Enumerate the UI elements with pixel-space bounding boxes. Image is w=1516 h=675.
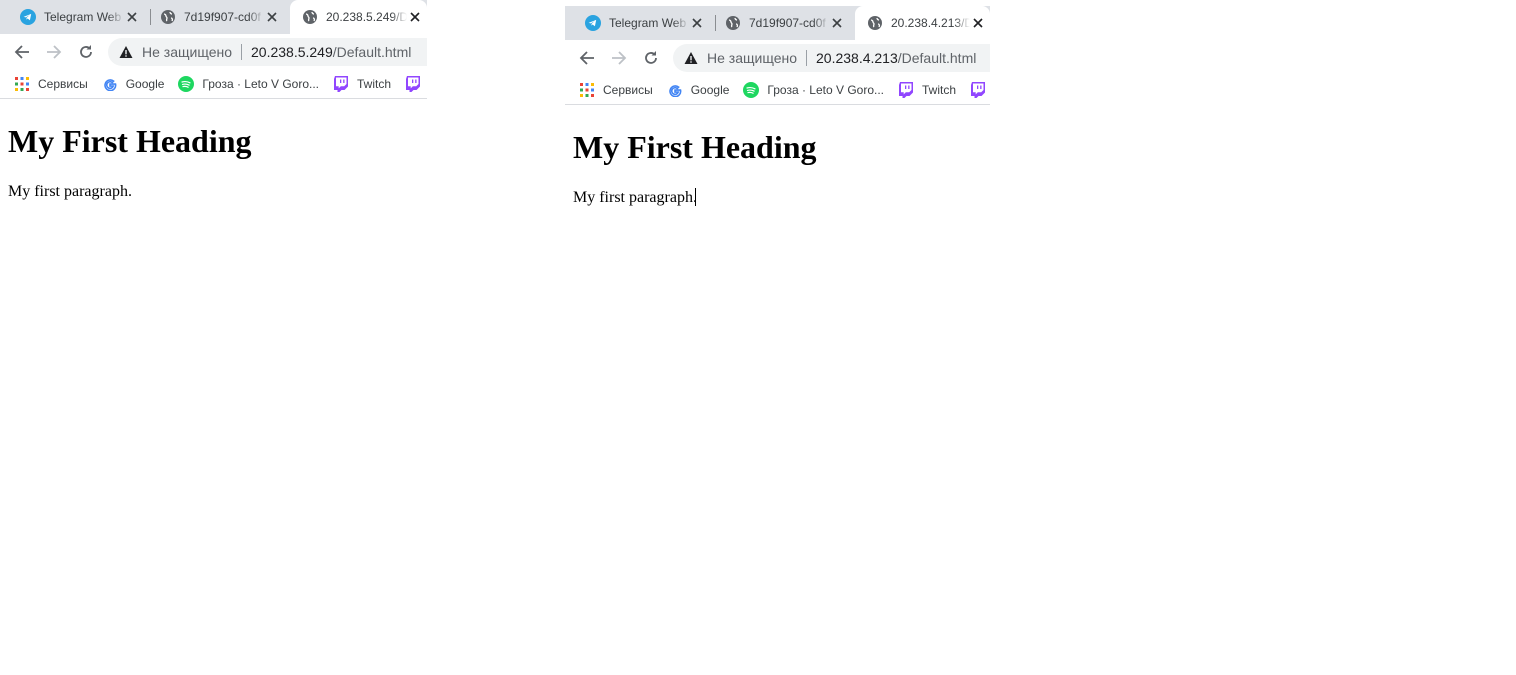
back-button[interactable] [573, 44, 601, 72]
globe-icon [725, 15, 741, 31]
navigation-toolbar: Не защищено 20.238.4.213/Default.html [565, 40, 990, 76]
arrow-left-icon [579, 51, 594, 65]
globe-icon [160, 9, 176, 25]
page-paragraph: My first paragraph. [573, 189, 697, 206]
tab-label: 20.238.4.213/Default.html [891, 16, 970, 30]
google-icon [102, 76, 118, 92]
url-path: /Default.html [897, 50, 977, 66]
address-bar[interactable]: Не защищено 20.238.5.249/Default.html [108, 38, 427, 66]
tab-telegram-web[interactable]: Telegram Web [12, 0, 148, 34]
omnibox-divider [241, 44, 242, 60]
page-heading: My First Heading [8, 123, 252, 159]
page-heading: My First Heading [573, 129, 817, 165]
tab-label: 20.238.5.249/Default.html [326, 10, 407, 24]
bookmark-twitch[interactable]: Twitch [892, 78, 962, 102]
tab-label: Telegram Web [609, 16, 687, 30]
telegram-icon [585, 15, 601, 31]
close-tab-icon[interactable] [264, 9, 280, 25]
bookmark-label: Twitch [922, 83, 957, 97]
tab-guid[interactable]: 7d19f907-cd0f [152, 0, 288, 34]
omnibox-divider [806, 50, 807, 66]
bookmark-label: Сервисы [38, 77, 88, 91]
reload-icon [645, 51, 657, 64]
tab-active-page[interactable]: 20.238.5.249/Default.html [290, 0, 427, 34]
forward-button[interactable] [605, 44, 633, 72]
bookmark-label: Сервисы [603, 83, 653, 97]
apps-grid-icon [579, 82, 595, 98]
twitch-icon [333, 76, 349, 92]
bookmark-twitch-overflow[interactable] [964, 78, 990, 102]
page-content: My First Heading My first paragraph. [565, 105, 990, 675]
tab-active-page[interactable]: 20.238.4.213/Default.html [855, 6, 990, 40]
twitch-icon [898, 82, 914, 98]
twitch-icon [405, 76, 421, 92]
tab-label: 7d19f907-cd0f [184, 10, 261, 24]
bookmarks-bar: Сервисы Google Гроза · Leto V Goro... Tw… [565, 76, 990, 105]
bookmark-twitch[interactable]: Twitch [327, 72, 397, 96]
warning-icon[interactable] [683, 50, 699, 66]
page-content: My First Heading My first paragraph. [0, 99, 427, 675]
close-tab-icon[interactable] [689, 15, 705, 31]
reload-button[interactable] [637, 44, 665, 72]
telegram-icon [20, 9, 36, 25]
close-tab-icon[interactable] [124, 9, 140, 25]
bookmark-services[interactable]: Сервисы [8, 72, 94, 96]
tab-label: Telegram Web [44, 10, 122, 24]
bookmark-label: Гроза · Leto V Goro... [767, 83, 885, 97]
bookmark-spotify[interactable]: Гроза · Leto V Goro... [172, 72, 325, 96]
warning-icon[interactable] [118, 44, 134, 60]
arrow-left-icon [14, 45, 29, 59]
bookmark-label: Twitch [357, 77, 392, 91]
bookmarks-bar: Сервисы Google Гроза · Leto V Goro... Tw… [0, 70, 427, 99]
close-tab-icon[interactable] [829, 15, 845, 31]
bookmark-services[interactable]: Сервисы [573, 78, 659, 102]
twitch-icon [970, 82, 986, 98]
close-tab-icon[interactable] [970, 15, 986, 31]
spotify-icon [178, 76, 195, 92]
bookmark-google[interactable]: Google [96, 72, 171, 96]
tab-label: 7d19f907-cd0f [749, 16, 826, 30]
spotify-icon [743, 82, 760, 98]
arrow-right-icon [612, 51, 627, 65]
bookmark-spotify[interactable]: Гроза · Leto V Goro... [737, 78, 890, 102]
bookmark-twitch-overflow[interactable] [399, 72, 427, 96]
url-host: 20.238.4.213 [816, 50, 898, 66]
tab-separator [150, 9, 151, 25]
browser-window-left: Telegram Web 7d19f907-cd0f 20.238.5.249/… [0, 0, 427, 675]
text-caret [695, 188, 696, 206]
bookmark-label: Гроза · Leto V Goro... [202, 77, 320, 91]
apps-grid-icon [14, 76, 30, 92]
security-label[interactable]: Не защищено [142, 44, 232, 60]
tab-strip: Telegram Web 7d19f907-cd0f 20.238.4.213/… [565, 6, 990, 40]
globe-icon [302, 9, 318, 25]
tab-strip: Telegram Web 7d19f907-cd0f 20.238.5.249/… [0, 0, 427, 34]
tab-guid[interactable]: 7d19f907-cd0f [717, 6, 853, 40]
close-tab-icon[interactable] [407, 9, 423, 25]
back-button[interactable] [8, 38, 36, 66]
bookmark-label: Google [690, 83, 730, 97]
globe-icon [867, 15, 883, 31]
google-icon [667, 82, 683, 98]
bookmark-label: Google [125, 77, 165, 91]
tab-telegram-web[interactable]: Telegram Web [577, 6, 713, 40]
security-label[interactable]: Не защищено [707, 50, 797, 66]
tab-separator [715, 15, 716, 31]
url-path: /Default.html [332, 44, 412, 60]
navigation-toolbar: Не защищено 20.238.5.249/Default.html [0, 34, 427, 70]
reload-button[interactable] [72, 38, 100, 66]
arrow-right-icon [47, 45, 62, 59]
forward-button[interactable] [40, 38, 68, 66]
browser-window-right: Telegram Web 7d19f907-cd0f 20.238.4.213/… [565, 6, 990, 675]
reload-icon [80, 45, 92, 58]
url-host: 20.238.5.249 [251, 44, 333, 60]
page-paragraph: My first paragraph. [8, 183, 132, 200]
address-bar[interactable]: Не защищено 20.238.4.213/Default.html [673, 44, 990, 72]
bookmark-google[interactable]: Google [661, 78, 736, 102]
